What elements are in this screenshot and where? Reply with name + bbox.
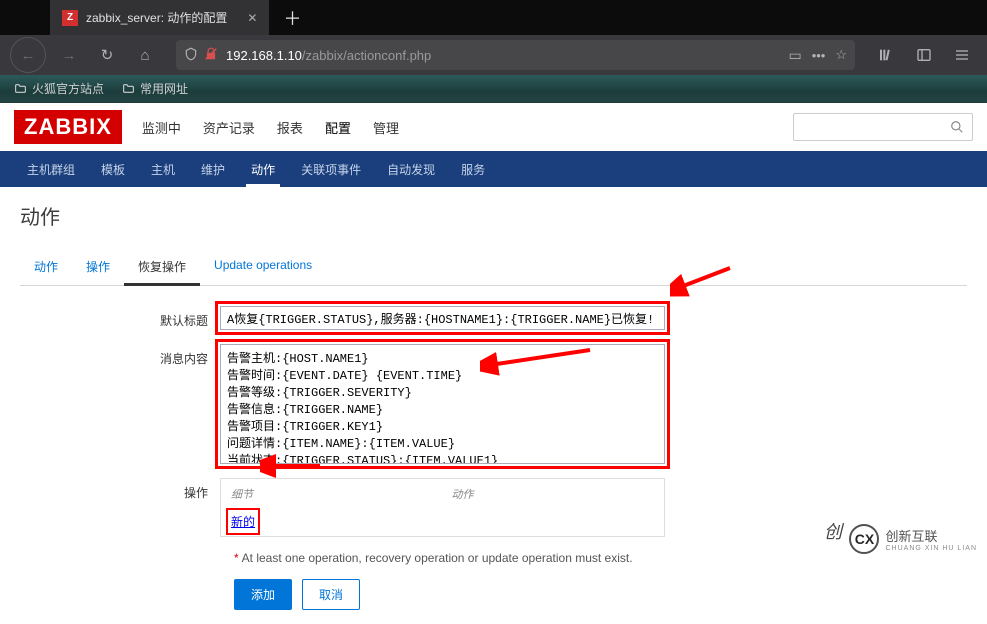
submenu-actions[interactable]: 动作 — [238, 151, 288, 187]
menu-reports[interactable]: 报表 — [277, 118, 303, 137]
watermark-brand: 创新互联 — [885, 526, 977, 545]
bookmark-star-icon[interactable]: ☆ — [835, 47, 847, 63]
shield-icon — [184, 47, 198, 64]
new-tab-button[interactable]: ＋ — [269, 0, 315, 35]
message-textarea[interactable] — [220, 344, 665, 464]
default-subject-label: 默认标题 — [20, 306, 220, 329]
zabbix-header: ZABBIX 监测中 资产记录 报表 配置 管理 — [0, 103, 987, 151]
watermark-circle-icon: CX — [849, 524, 879, 554]
bookmarks-toolbar: 火狐官方站点 常用网址 — [0, 75, 987, 103]
reload-button[interactable]: ↻ — [92, 40, 122, 70]
menu-inventory[interactable]: 资产记录 — [203, 118, 255, 137]
address-bar[interactable]: 192.168.1.10/zabbix/actionconf.php ▭ •••… — [176, 40, 855, 70]
submenu-templates[interactable]: 模板 — [88, 151, 138, 187]
submenu-hosts[interactable]: 主机 — [138, 151, 188, 187]
browser-nav-bar: ← → ↻ ⌂ 192.168.1.10/zabbix/actionconf.p… — [0, 35, 987, 75]
tab-recovery-operations[interactable]: 恢复操作 — [124, 250, 200, 286]
validation-text: At least one operation, recovery operati… — [242, 551, 633, 565]
library-icon[interactable] — [871, 40, 901, 70]
ops-header-action: 动作 — [444, 481, 663, 507]
add-button[interactable]: 添加 — [234, 579, 292, 610]
zabbix-main-menu: 监测中 资产记录 报表 配置 管理 — [142, 118, 399, 137]
browser-tab[interactable]: Z zabbix_server: 动作的配置 ✕ — [50, 0, 269, 35]
hamburger-menu-icon[interactable] — [947, 40, 977, 70]
bookmark-label: 火狐官方站点 — [32, 80, 104, 97]
required-asterisk: * — [234, 551, 239, 565]
sidebar-icon[interactable] — [909, 40, 939, 70]
row-message: 消息内容 — [20, 344, 967, 464]
home-button[interactable]: ⌂ — [130, 40, 160, 70]
menu-monitoring[interactable]: 监测中 — [142, 118, 181, 137]
back-button[interactable]: ← — [10, 37, 46, 73]
tab-favicon: Z — [62, 10, 78, 26]
tab-operations[interactable]: 操作 — [72, 250, 124, 285]
operations-label: 操作 — [20, 478, 220, 501]
tab-action[interactable]: 动作 — [20, 250, 72, 285]
submenu-correlation[interactable]: 关联项事件 — [288, 151, 374, 187]
forward-button[interactable]: → — [54, 40, 84, 70]
menu-configuration[interactable]: 配置 — [325, 118, 351, 137]
bookmark-item[interactable]: 常用网址 — [122, 80, 188, 97]
button-row: 添加 取消 — [234, 579, 967, 610]
zabbix-submenu: 主机群组 模板 主机 维护 动作 关联项事件 自动发现 服务 — [0, 151, 987, 187]
operations-new-link[interactable]: 新的 — [231, 513, 255, 530]
zabbix-logo[interactable]: ZABBIX — [14, 110, 122, 144]
brand-watermark: CX 创新互联 CHUANG XIN HU LIAN — [849, 524, 977, 554]
reader-mode-icon[interactable]: ▭ — [788, 47, 801, 64]
search-icon — [950, 120, 964, 134]
menu-administration[interactable]: 管理 — [373, 118, 399, 137]
url-host: 192.168.1.10 — [226, 48, 302, 63]
page-content: 动作 动作 操作 恢复操作 Update operations 默认标题 消息内… — [0, 187, 987, 624]
submenu-maintenance[interactable]: 维护 — [188, 151, 238, 187]
submenu-hostgroups[interactable]: 主机群组 — [14, 151, 88, 187]
watermark-sub: CHUANG XIN HU LIAN — [885, 545, 977, 552]
search-input[interactable] — [793, 113, 973, 141]
page-title: 动作 — [20, 201, 967, 230]
bookmark-item[interactable]: 火狐官方站点 — [14, 80, 104, 97]
message-label: 消息内容 — [20, 344, 220, 367]
signature-watermark: 创 — [824, 518, 842, 544]
operations-table: 细节 动作 新的 — [220, 478, 665, 537]
bookmark-label: 常用网址 — [140, 80, 188, 97]
tab-title: zabbix_server: 动作的配置 — [86, 9, 227, 26]
browser-tab-bar: Z zabbix_server: 动作的配置 ✕ ＋ — [0, 0, 987, 35]
cancel-button[interactable]: 取消 — [302, 579, 360, 610]
submenu-services[interactable]: 服务 — [448, 151, 498, 187]
tab-update-operations[interactable]: Update operations — [200, 250, 326, 285]
insecure-lock-icon — [204, 47, 218, 64]
submenu-discovery[interactable]: 自动发现 — [374, 151, 448, 187]
more-icon[interactable]: ••• — [812, 48, 826, 63]
url-path: /zabbix/actionconf.php — [302, 48, 431, 63]
close-icon[interactable]: ✕ — [227, 11, 257, 25]
default-subject-input[interactable] — [220, 306, 665, 330]
ops-header-details: 细节 — [223, 481, 442, 507]
row-default-subject: 默认标题 — [20, 306, 967, 330]
form-tabs: 动作 操作 恢复操作 Update operations — [20, 250, 967, 286]
